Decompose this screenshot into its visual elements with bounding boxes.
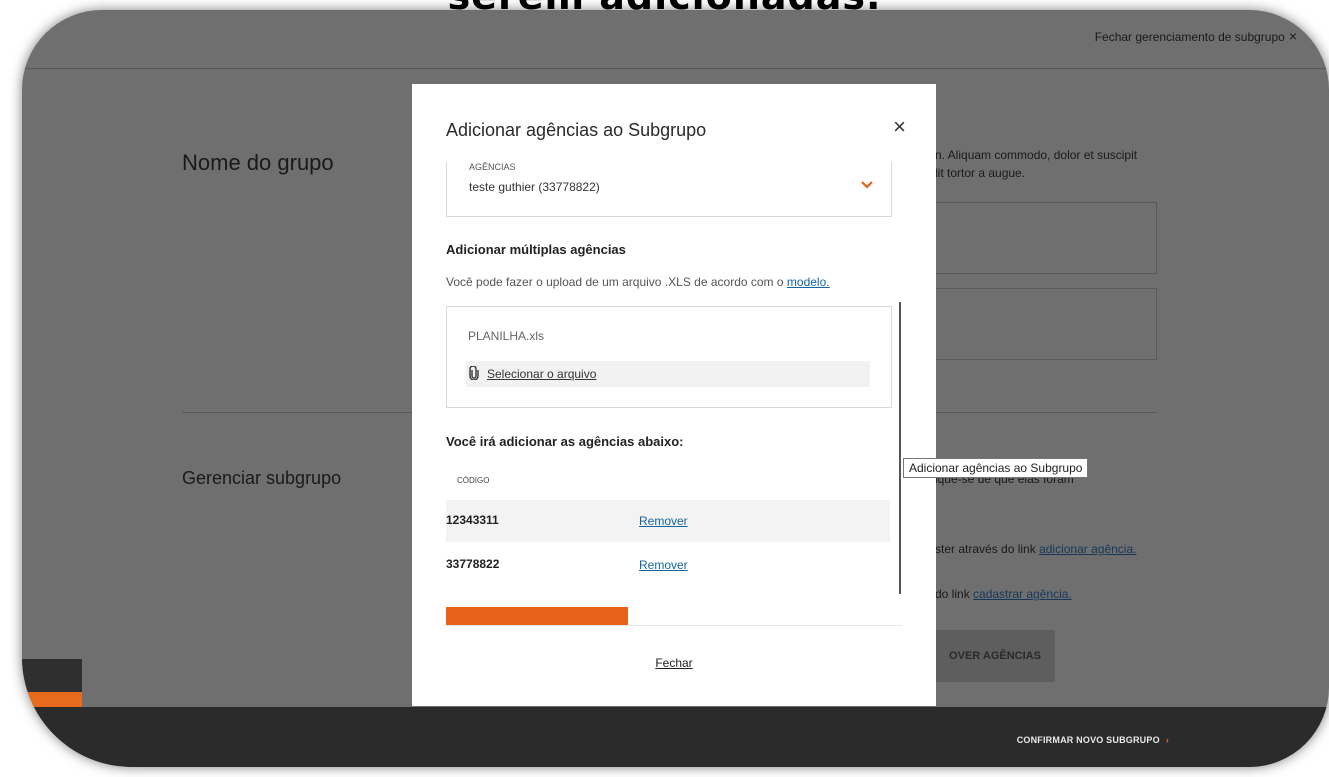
select-file-button[interactable]: Selecionar o arquivo (466, 361, 870, 387)
uploaded-file-name: PLANILHA.xls (468, 329, 545, 343)
modal-title: Adicionar agências ao Subgrupo (446, 120, 707, 140)
table-row: 12343311 Remover (446, 500, 890, 542)
register-agency-text: ster através do link adicionar agência. (935, 540, 1136, 558)
multiple-agencies-description: Você pode fazer o upload de um arquivo .… (446, 275, 830, 289)
description-line-2: lit tortor a augue. (935, 166, 1026, 180)
agencies-select-label: AGÊNCIAS (469, 162, 516, 172)
manage-subgroup-title: Gerenciar subgrupo (182, 468, 342, 488)
footer-bar: CONFIRMAR NOVO SUBGRUPO › (22, 707, 1329, 767)
modal-close-button[interactable]: Fechar (412, 656, 936, 670)
close-subgroup-management-link[interactable]: Fechar gerenciamento de subgrupo × (1095, 28, 1297, 44)
close-icon: × (1288, 28, 1297, 44)
description-text: n. Aliquam commodo, dolor et suscipit li… (935, 146, 1137, 182)
add-agency-link[interactable]: adicionar agência. (1039, 542, 1136, 556)
footer-orange-accent (22, 692, 82, 707)
template-link[interactable]: modelo. (787, 275, 830, 289)
cadastrar-agency-text: do link cadastrar agência. (935, 585, 1072, 603)
top-bar: Fechar gerenciamento de subgrupo × (22, 10, 1329, 69)
group-description-input[interactable] (935, 288, 1157, 360)
add-agencies-button[interactable] (446, 607, 628, 625)
agencies-select[interactable]: AGÊNCIAS teste guthier (33778822) (446, 162, 892, 217)
description-line-1: n. Aliquam commodo, dolor et suscipit (935, 148, 1138, 162)
code-column-header: CÓDIGO (457, 476, 490, 485)
group-name-title: Nome do grupo (182, 150, 334, 175)
agencies-list-title: Você irá adicionar as agências abaixo: (446, 434, 684, 449)
add-agencies-modal: Adicionar agências ao Subgrupo × AGÊNCIA… (412, 84, 936, 706)
remove-agencies-button[interactable]: OVER AGÊNCIAS (935, 630, 1055, 682)
confirm-new-subgroup-label: CONFIRMAR NOVO SUBGRUPO (1016, 735, 1160, 745)
cadastrar-agency-link[interactable]: cadastrar agência. (973, 587, 1072, 601)
group-name-input[interactable] (935, 202, 1157, 274)
paperclip-icon (468, 365, 480, 385)
footer-left-dark-strip (22, 659, 82, 692)
select-file-label: Selecionar o arquivo (487, 367, 597, 381)
cadastrar-agency-prefix: do link (935, 587, 970, 601)
agency-code: 12343311 (446, 513, 499, 527)
table-row: 33778822 Remover (446, 544, 890, 586)
multiple-agencies-title: Adicionar múltiplas agências (446, 242, 626, 257)
multiple-agencies-desc-text: Você pode fazer o upload de um arquivo .… (446, 275, 784, 289)
agency-code: 33778822 (446, 557, 500, 571)
tooltip: Adicionar agências ao Subgrupo (903, 458, 1089, 478)
modal-close-icon[interactable]: × (893, 114, 906, 140)
remove-agency-link[interactable]: Remover (639, 514, 688, 528)
register-agency-prefix: ster através do link (935, 542, 1036, 556)
modal-scrollbar[interactable] (899, 302, 901, 594)
remove-agency-link[interactable]: Remover (639, 558, 688, 572)
chevron-right-icon: › (1165, 735, 1169, 745)
chevron-down-icon[interactable] (861, 176, 873, 194)
confirm-new-subgroup-button[interactable]: CONFIRMAR NOVO SUBGRUPO › (1017, 735, 1169, 745)
agencies-select-value: teste guthier (33778822) (469, 180, 600, 194)
file-upload-box: PLANILHA.xls Selecionar o arquivo (446, 306, 892, 408)
modal-footer-divider (446, 625, 902, 626)
close-subgroup-management-label: Fechar gerenciamento de subgrupo (1094, 30, 1285, 44)
